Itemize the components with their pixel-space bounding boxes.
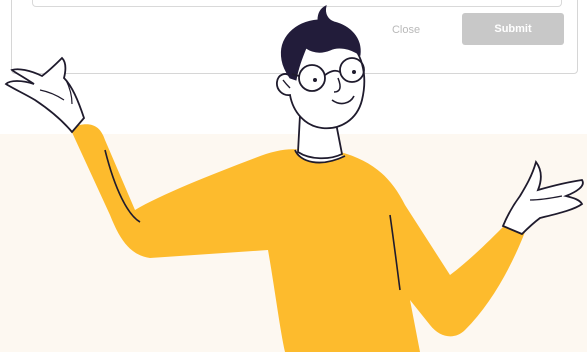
shrugging-person-illustration — [4, 5, 584, 352]
page: Close Submit — [0, 0, 587, 352]
left-hand — [4, 56, 86, 134]
right-hand — [501, 160, 584, 236]
shirt — [70, 124, 525, 352]
